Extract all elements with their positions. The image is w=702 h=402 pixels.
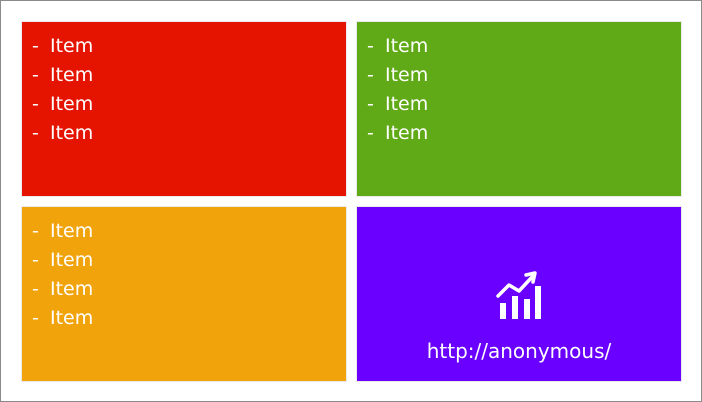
page-frame: - Item - Item - Item - Item - Item - Item - Ite… — [0, 0, 702, 402]
list-item: - Item — [367, 61, 428, 90]
list-marker: - — [32, 122, 39, 144]
list-item: - Item — [32, 32, 93, 61]
item-label: Item — [50, 307, 94, 329]
tile-bottom-right[interactable]: http://anonymous/ — [356, 206, 682, 382]
item-list: - Item - Item - Item - Item — [32, 217, 93, 333]
item-label: Item — [50, 64, 94, 86]
item-label: Item — [385, 64, 429, 86]
list-item: - Item — [32, 61, 93, 90]
item-label: Item — [50, 122, 94, 144]
list-item: - Item — [367, 90, 428, 119]
list-marker: - — [32, 64, 39, 86]
bar-chart-trend-icon — [495, 269, 543, 321]
list-marker: - — [32, 307, 39, 329]
item-label: Item — [385, 35, 429, 57]
list-marker: - — [32, 278, 39, 300]
tile-top-left: - Item - Item - Item - Item — [21, 21, 347, 197]
list-marker: - — [367, 35, 374, 57]
list-item: - Item — [32, 275, 93, 304]
list-marker: - — [32, 220, 39, 242]
item-list: - Item - Item - Item - Item — [32, 32, 93, 148]
item-label: Item — [50, 249, 94, 271]
url-link[interactable]: http://anonymous/ — [357, 339, 681, 363]
list-item: - Item — [32, 304, 93, 333]
item-label: Item — [50, 35, 94, 57]
list-item: - Item — [32, 217, 93, 246]
tile-top-right: - Item - Item - Item - Item — [356, 21, 682, 197]
item-label: Item — [50, 278, 94, 300]
item-label: Item — [50, 93, 94, 115]
list-item: - Item — [32, 119, 93, 148]
list-item: - Item — [32, 90, 93, 119]
list-marker: - — [32, 249, 39, 271]
list-marker: - — [32, 35, 39, 57]
item-list: - Item - Item - Item - Item — [367, 32, 428, 148]
list-marker: - — [32, 93, 39, 115]
item-label: Item — [385, 122, 429, 144]
list-marker: - — [367, 93, 374, 115]
list-marker: - — [367, 122, 374, 144]
tile-bottom-left: - Item - Item - Item - Item — [21, 206, 347, 382]
list-marker: - — [367, 64, 374, 86]
item-label: Item — [50, 220, 94, 242]
list-item: - Item — [367, 119, 428, 148]
list-item: - Item — [32, 246, 93, 275]
list-item: - Item — [367, 32, 428, 61]
item-label: Item — [385, 93, 429, 115]
link-block[interactable]: http://anonymous/ — [357, 269, 681, 363]
